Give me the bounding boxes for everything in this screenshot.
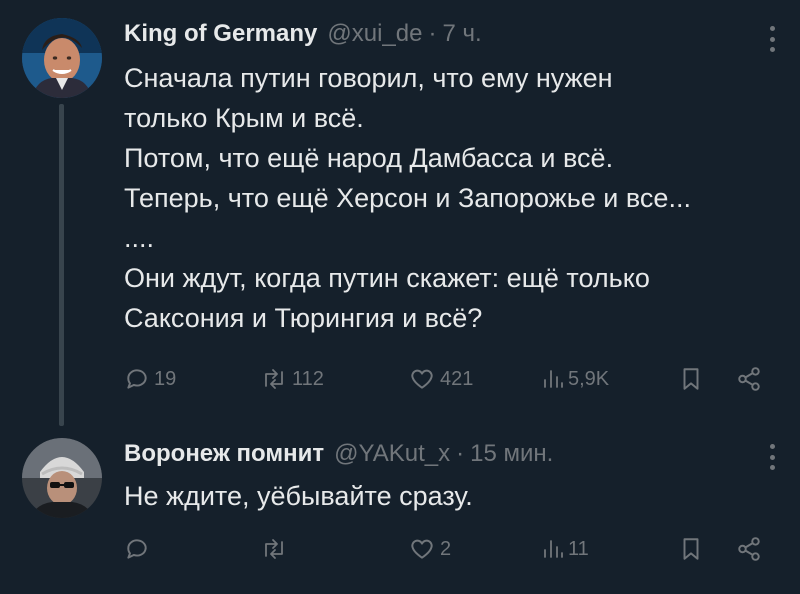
views-icon — [544, 370, 563, 388]
tweet-timestamp[interactable]: 15 мин. — [470, 440, 553, 468]
bookmark-icon — [683, 368, 699, 390]
avatar-voronezh-pomnit[interactable] — [22, 438, 102, 518]
avatar-king-of-germany[interactable] — [22, 18, 102, 98]
like-button[interactable]: 421 — [408, 362, 473, 396]
retweet-icon — [265, 539, 283, 559]
tweet-text-line: только Крым и всё. — [124, 103, 364, 133]
share-icon — [738, 367, 760, 391]
like-icon — [411, 539, 433, 559]
tweet-timestamp[interactable]: 7 ч. — [442, 20, 481, 48]
like-count: 421 — [440, 367, 474, 390]
retweet-button[interactable]: 112 — [260, 362, 324, 396]
reply-button[interactable]: 19 — [124, 362, 176, 396]
tweet-text: Сначала путин говорил, что ему нужен тол… — [124, 58, 774, 338]
tweet-text-line: Потом, что ещё народ Дамбасса и всё. — [124, 143, 614, 173]
views-count: 11 — [568, 537, 589, 560]
retweet-icon — [265, 369, 283, 389]
tweet-header: Воронеж помнит @YAKut_x · 15 мин. — [124, 440, 553, 468]
like-count: 2 — [440, 537, 452, 560]
retweet-button[interactable] — [260, 532, 292, 566]
views-button[interactable]: 5,9K — [542, 362, 609, 396]
like-icon — [411, 369, 433, 389]
tweet-header: King of Germany @xui_de · 7 ч. — [124, 20, 482, 48]
reply-button[interactable] — [124, 532, 154, 566]
author-name[interactable]: King of Germany — [124, 20, 317, 48]
reply-icon — [127, 539, 147, 559]
retweet-count: 112 — [292, 367, 324, 390]
tweet-actions: 19 112 421 5,9K — [124, 362, 774, 396]
avatar-portrait-icon — [22, 18, 102, 98]
author-handle[interactable]: @xui_de — [327, 20, 422, 48]
like-button[interactable]: 2 — [408, 532, 451, 566]
tweet-text-line: Сначала путин говорил, что ему нужен — [124, 63, 613, 93]
more-options-icon[interactable] — [768, 26, 776, 52]
bookmark-icon — [683, 538, 699, 560]
avatar-portrait-icon — [22, 438, 102, 518]
tweet-1[interactable]: King of Germany @xui_de · 7 ч. Сначала п… — [0, 0, 800, 420]
share-button[interactable] — [736, 532, 762, 566]
bookmark-button[interactable] — [680, 532, 702, 566]
share-button[interactable] — [736, 362, 762, 396]
views-count: 5,9K — [568, 367, 610, 390]
bookmark-button[interactable] — [680, 362, 702, 396]
separator-dot: · — [428, 20, 437, 47]
tweet-text-line: Они ждут, когда путин скажет: ещё только — [124, 263, 650, 293]
tweet-text: Не ждите, уёбывайте сразу. — [124, 476, 774, 516]
more-options-icon[interactable] — [768, 444, 776, 470]
tweet-text-line: Саксония и Тюрингия и всё? — [124, 303, 483, 333]
tweet-text-line: .... — [124, 223, 155, 253]
tweet-actions: 2 11 — [124, 532, 774, 566]
author-name[interactable]: Воронеж помнит — [124, 440, 324, 468]
reply-icon — [127, 369, 147, 389]
share-icon — [738, 537, 760, 561]
reply-count: 19 — [154, 367, 177, 390]
separator-dot: · — [456, 440, 465, 467]
views-icon — [544, 540, 563, 558]
tweet-text-line: Не ждите, уёбывайте сразу. — [124, 481, 473, 511]
tweet-text-line: Теперь, что ещё Херсон и Запорожье и все… — [124, 183, 691, 213]
views-button[interactable]: 11 — [542, 532, 589, 566]
author-handle[interactable]: @YAKut_x — [334, 440, 450, 468]
